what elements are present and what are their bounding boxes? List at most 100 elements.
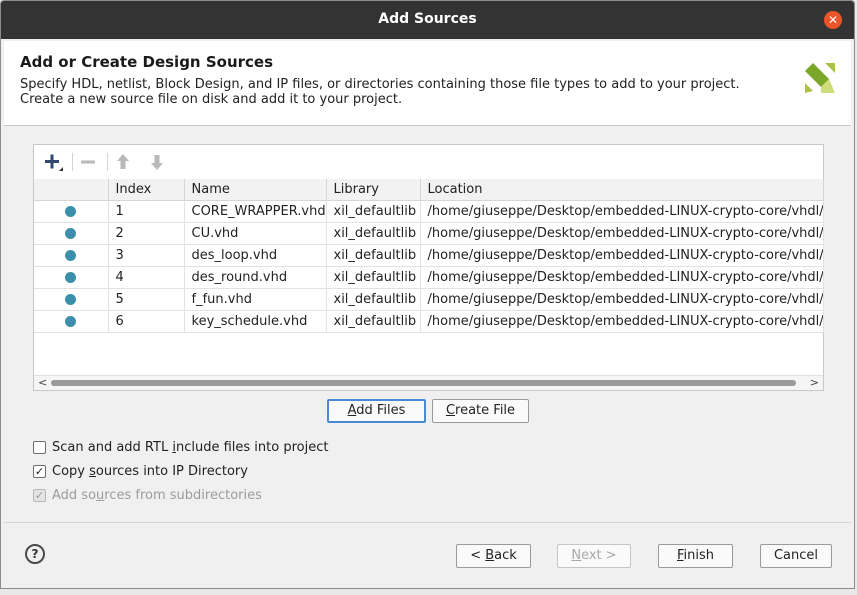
location-cell: /home/giuseppe/Desktop/embedded-LINUX-cr…	[420, 244, 824, 267]
status-dot-icon	[65, 250, 76, 261]
scan-rtl-checkbox[interactable]	[33, 441, 46, 454]
scan-rtl-text-rest: nclude files into project	[175, 440, 329, 455]
library-cell[interactable]: xil_defaultlib	[326, 244, 421, 267]
add-subdirs-text-rest: rces from subdirectories	[104, 488, 262, 503]
back-button[interactable]: < Back	[456, 544, 531, 568]
copy-sources-label[interactable]: Copy sources into IP Directory	[52, 464, 248, 480]
create-file-label-rest: reate File	[455, 403, 516, 418]
status-dot-icon	[65, 206, 76, 217]
toolbar-divider	[107, 153, 108, 171]
add-files-button[interactable]: Add Files	[327, 399, 426, 423]
add-sources-dialog: Add Sources ✕ Add or Create Design Sourc…	[0, 0, 855, 589]
name-cell: CORE_WRAPPER.vhd	[184, 200, 327, 223]
sources-table: Index Name Library Location 1 CORE_WRAPP…	[34, 179, 824, 333]
window-title: Add Sources	[378, 11, 477, 27]
library-cell[interactable]: xil_defaultlib	[326, 310, 421, 333]
table-header-row: Index Name Library Location	[34, 179, 824, 201]
scroll-left-icon[interactable]: <	[38, 376, 47, 390]
create-file-mnemonic: C	[445, 403, 456, 418]
back-label: <	[470, 548, 486, 563]
index-cell: 1	[108, 200, 185, 223]
status-cell	[34, 310, 109, 333]
index-cell: 5	[108, 288, 185, 311]
column-header-location[interactable]: Location	[420, 179, 824, 201]
library-cell[interactable]: xil_defaultlib	[326, 266, 421, 289]
location-cell: /home/giuseppe/Desktop/embedded-LINUX-cr…	[420, 200, 824, 223]
table-toolbar	[34, 145, 823, 179]
cancel-button[interactable]: Cancel	[760, 544, 832, 568]
create-file-button[interactable]: Create File	[432, 399, 529, 423]
move-up-icon[interactable]	[112, 151, 134, 173]
name-cell: CU.vhd	[184, 222, 327, 245]
page-description: Specify HDL, netlist, Block Design, and …	[20, 77, 740, 107]
scan-rtl-label[interactable]: Scan and add RTL include files into proj…	[52, 440, 328, 456]
column-header-status[interactable]	[34, 179, 109, 201]
copy-sources-checkbox[interactable]: ✓	[33, 465, 46, 478]
location-cell: /home/giuseppe/Desktop/embedded-LINUX-cr…	[420, 222, 824, 245]
index-cell: 2	[108, 222, 185, 245]
library-cell[interactable]: xil_defaultlib	[326, 222, 421, 245]
add-icon[interactable]	[42, 151, 64, 173]
finish-button[interactable]: Finish	[658, 544, 733, 568]
status-dot-icon	[65, 272, 76, 283]
library-cell[interactable]: xil_defaultlib	[326, 288, 421, 311]
table-row[interactable]: 3 des_loop.vhd xil_defaultlib /home/gius…	[34, 244, 824, 267]
title-bar: Add Sources ✕	[1, 1, 854, 39]
back-mnemonic: B	[485, 548, 495, 563]
back-label-rest: ack	[494, 548, 517, 563]
close-icon[interactable]: ✕	[824, 11, 842, 29]
scrollbar-thumb[interactable]	[51, 380, 796, 386]
location-cell: /home/giuseppe/Desktop/embedded-LINUX-cr…	[420, 266, 824, 289]
horizontal-scrollbar[interactable]: < >	[34, 375, 823, 390]
status-dot-icon	[65, 228, 76, 239]
copy-sources-mnemonic: s	[89, 464, 96, 479]
next-button: Next >	[557, 544, 631, 568]
index-cell: 6	[108, 310, 185, 333]
name-cell: f_fun.vhd	[184, 288, 327, 311]
name-cell: key_schedule.vhd	[184, 310, 327, 333]
copy-sources-text: Copy	[52, 464, 90, 479]
add-subdirs-checkbox: ✓	[33, 489, 46, 502]
column-header-library[interactable]: Library	[326, 179, 421, 201]
index-cell: 3	[108, 244, 185, 267]
toolbar-divider	[72, 153, 73, 171]
finish-label-rest: inish	[683, 548, 715, 563]
table-row[interactable]: 2 CU.vhd xil_defaultlib /home/giuseppe/D…	[34, 222, 824, 245]
footer-divider	[4, 522, 851, 523]
table-row[interactable]: 4 des_round.vhd xil_defaultlib /home/giu…	[34, 266, 824, 289]
help-icon[interactable]: ?	[25, 544, 45, 564]
column-header-index[interactable]: Index	[108, 179, 185, 201]
add-subdirs-text: Add so	[52, 488, 97, 503]
add-files-label-rest: dd Files	[356, 403, 406, 418]
column-header-name[interactable]: Name	[184, 179, 327, 201]
library-cell[interactable]: xil_defaultlib	[326, 200, 421, 223]
location-cell: /home/giuseppe/Desktop/embedded-LINUX-cr…	[420, 288, 824, 311]
next-mnemonic: N	[571, 548, 582, 563]
status-cell	[34, 288, 109, 311]
location-cell: /home/giuseppe/Desktop/embedded-LINUX-cr…	[420, 310, 824, 333]
status-cell	[34, 244, 109, 267]
status-dot-icon	[65, 294, 76, 305]
sources-table-panel: Index Name Library Location 1 CORE_WRAPP…	[33, 144, 824, 391]
status-dot-icon	[65, 316, 76, 327]
page-title: Add or Create Design Sources	[20, 53, 274, 71]
scroll-right-icon[interactable]: >	[810, 376, 819, 390]
status-cell	[34, 266, 109, 289]
status-cell	[34, 200, 109, 223]
add-files-mnemonic: A	[347, 403, 357, 418]
next-label-rest: ext >	[581, 548, 617, 563]
scan-rtl-text: Scan and add RTL	[52, 440, 173, 455]
status-cell	[34, 222, 109, 245]
add-subdirs-label: Add sources from subdirectories	[52, 488, 262, 504]
remove-icon[interactable]	[77, 151, 99, 173]
xilinx-logo	[805, 63, 835, 93]
copy-sources-text-rest: ources into IP Directory	[95, 464, 248, 479]
table-row[interactable]: 5 f_fun.vhd xil_defaultlib /home/giusepp…	[34, 288, 824, 311]
table-row[interactable]: 6 key_schedule.vhd xil_defaultlib /home/…	[34, 310, 824, 333]
index-cell: 4	[108, 266, 185, 289]
name-cell: des_loop.vhd	[184, 244, 327, 267]
move-down-icon[interactable]	[146, 151, 168, 173]
name-cell: des_round.vhd	[184, 266, 327, 289]
table-row[interactable]: 1 CORE_WRAPPER.vhd xil_defaultlib /home/…	[34, 200, 824, 223]
header-panel: Add or Create Design Sources Specify HDL…	[4, 41, 851, 126]
